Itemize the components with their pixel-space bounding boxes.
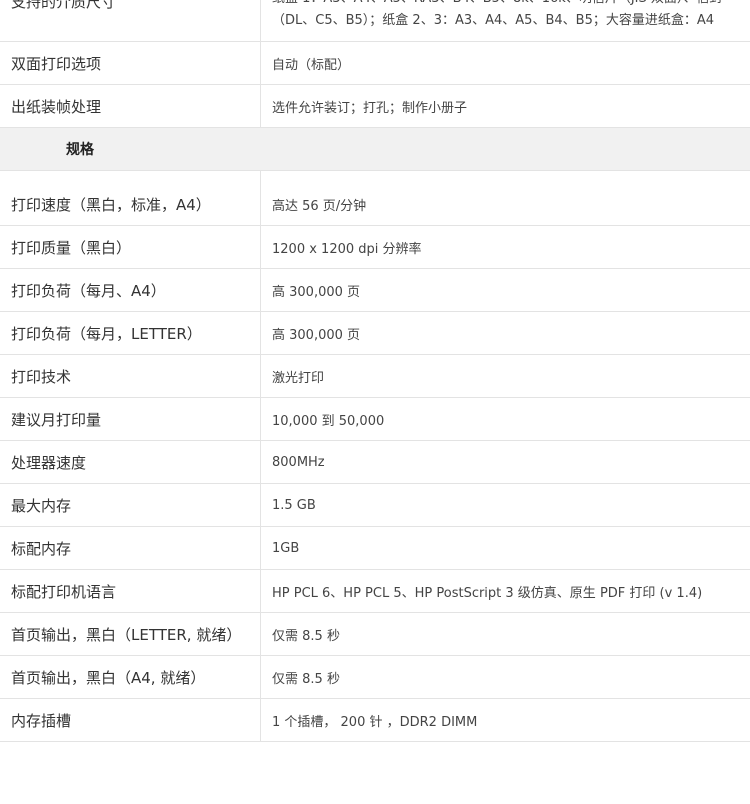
spec-row: 标配打印机语言 HP PCL 6、HP PCL 5、HP PostScript …: [0, 570, 750, 613]
spec-label: 打印质量（黑白）: [0, 226, 261, 268]
spec-label: 打印负荷（每月、A4）: [0, 269, 261, 311]
section-header-specs: 规格: [0, 128, 750, 171]
spec-label: 处理器速度: [0, 441, 261, 483]
spec-row: 最大内存 1.5 GB: [0, 484, 750, 527]
spec-row: 打印速度（黑白，标准，A4） 高达 56 页/分钟: [0, 183, 750, 226]
section-title: 规格: [66, 142, 94, 158]
spec-label: 打印技术: [0, 355, 261, 397]
spec-table: 支持的介质尺寸 纸盒 1：A3、A4、A5、RA3、B4、B5、8k、16k、明…: [0, 0, 750, 742]
spec-label: 建议月打印量: [0, 398, 261, 440]
spec-label: 标配内存: [0, 527, 261, 569]
spec-value: 1.5 GB: [272, 497, 316, 513]
spec-value: 选件允许装订；打孔；制作小册子: [272, 100, 468, 116]
spec-row-duplex: 双面打印选项 自动（标配）: [0, 42, 750, 85]
spec-value: 高 300,000 页: [272, 327, 361, 343]
spec-label: 双面打印选项: [0, 42, 261, 84]
spacer-cell: [261, 171, 750, 183]
spec-row-finishing: 出纸装帧处理 选件允许装订；打孔；制作小册子: [0, 85, 750, 128]
spec-row: 首页输出，黑白（LETTER, 就绪） 仅需 8.5 秒: [0, 613, 750, 656]
spec-value: 1 个插槽， 200 针 ，DDR2 DIMM: [272, 714, 478, 730]
spec-row: 打印负荷（每月，LETTER） 高 300,000 页: [0, 312, 750, 355]
spec-value: 高 300,000 页: [272, 284, 361, 300]
spec-value-line: 纸盒 1：A3、A4、A5、RA3、B4、B5、8k、16k、明信片（JIS 双…: [272, 0, 742, 10]
spec-label: 标配打印机语言: [0, 570, 261, 612]
section-spacer: [0, 171, 750, 183]
spec-value: 仅需 8.5 秒: [272, 671, 340, 687]
spec-label: 出纸装帧处理: [0, 85, 261, 127]
spec-row: 内存插槽 1 个插槽， 200 针 ，DDR2 DIMM: [0, 699, 750, 742]
spec-label: 最大内存: [0, 484, 261, 526]
spec-value: HP PCL 6、HP PCL 5、HP PostScript 3 级仿真、原生…: [272, 585, 703, 601]
spec-value: 纸盒 1：A3、A4、A5、RA3、B4、B5、8k、16k、明信片（JIS 双…: [261, 0, 750, 41]
spec-row: 处理器速度 800MHz: [0, 441, 750, 484]
spec-label: 首页输出，黑白（A4, 就绪）: [0, 656, 261, 698]
spec-value: 自动（标配）: [272, 57, 351, 73]
spec-label: 打印负荷（每月，LETTER）: [0, 312, 261, 354]
spec-row: 打印技术 激光打印: [0, 355, 750, 398]
spec-label: 内存插槽: [0, 699, 261, 741]
spec-row: 打印质量（黑白） 1200 x 1200 dpi 分辨率: [0, 226, 750, 269]
spec-label: 首页输出，黑白（LETTER, 就绪）: [0, 613, 261, 655]
spec-value: 仅需 8.5 秒: [272, 628, 340, 644]
spec-value: 高达 56 页/分钟: [272, 198, 367, 214]
spec-row: 标配内存 1GB: [0, 527, 750, 570]
spec-row: 打印负荷（每月、A4） 高 300,000 页: [0, 269, 750, 312]
spec-row: 首页输出，黑白（A4, 就绪） 仅需 8.5 秒: [0, 656, 750, 699]
spec-row-media-sizes: 支持的介质尺寸 纸盒 1：A3、A4、A5、RA3、B4、B5、8k、16k、明…: [0, 0, 750, 42]
spec-value: 激光打印: [272, 370, 325, 386]
spec-label: 打印速度（黑白，标准，A4）: [0, 183, 261, 225]
spec-label: 支持的介质尺寸: [0, 0, 261, 41]
spec-value: 1GB: [272, 540, 300, 556]
spec-value: 1200 x 1200 dpi 分辨率: [272, 241, 422, 257]
spec-value: 800MHz: [272, 454, 325, 470]
spec-value-line: （DL、C5、B5）；纸盒 2、3：A3、A4、A5、B4、B5；大容量进纸盒：…: [272, 13, 715, 28]
spacer-cell: [0, 171, 261, 183]
spec-value: 10,000 到 50,000: [272, 413, 385, 429]
spec-row: 建议月打印量 10,000 到 50,000: [0, 398, 750, 441]
